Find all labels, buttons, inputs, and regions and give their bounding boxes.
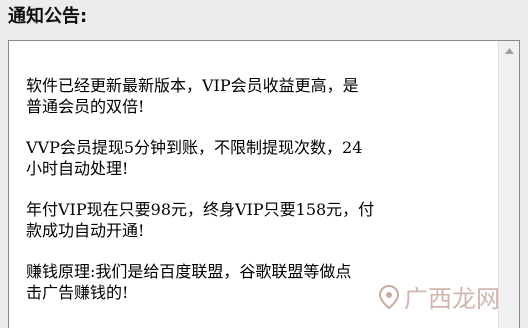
notice-paragraph-2: VVP会员提现5分钟到账，不限制提现次数，24 小时自动处理! <box>26 138 363 178</box>
watermark-text: 广西龙网 <box>404 285 500 313</box>
scroll-up-arrow-icon <box>504 48 514 54</box>
vertical-scrollbar[interactable] <box>498 41 519 328</box>
watermark-logo-icon <box>378 284 400 309</box>
page-title: 通知公告: <box>8 6 88 27</box>
scroll-up-button[interactable] <box>499 41 519 61</box>
notice-page: 通知公告: 软件已经更新最新版本，VIP会员收益更高，是 普通会员的双倍! VV… <box>0 0 528 328</box>
notice-paragraph-1: 软件已经更新最新版本，VIP会员收益更高，是 普通会员的双倍! <box>26 76 359 116</box>
watermark: 广西龙网 <box>376 279 500 314</box>
notice-paragraph-3: 年付VIP现在只要98元，终身VIP只要158元，付 款成功自动开通! <box>26 200 375 240</box>
